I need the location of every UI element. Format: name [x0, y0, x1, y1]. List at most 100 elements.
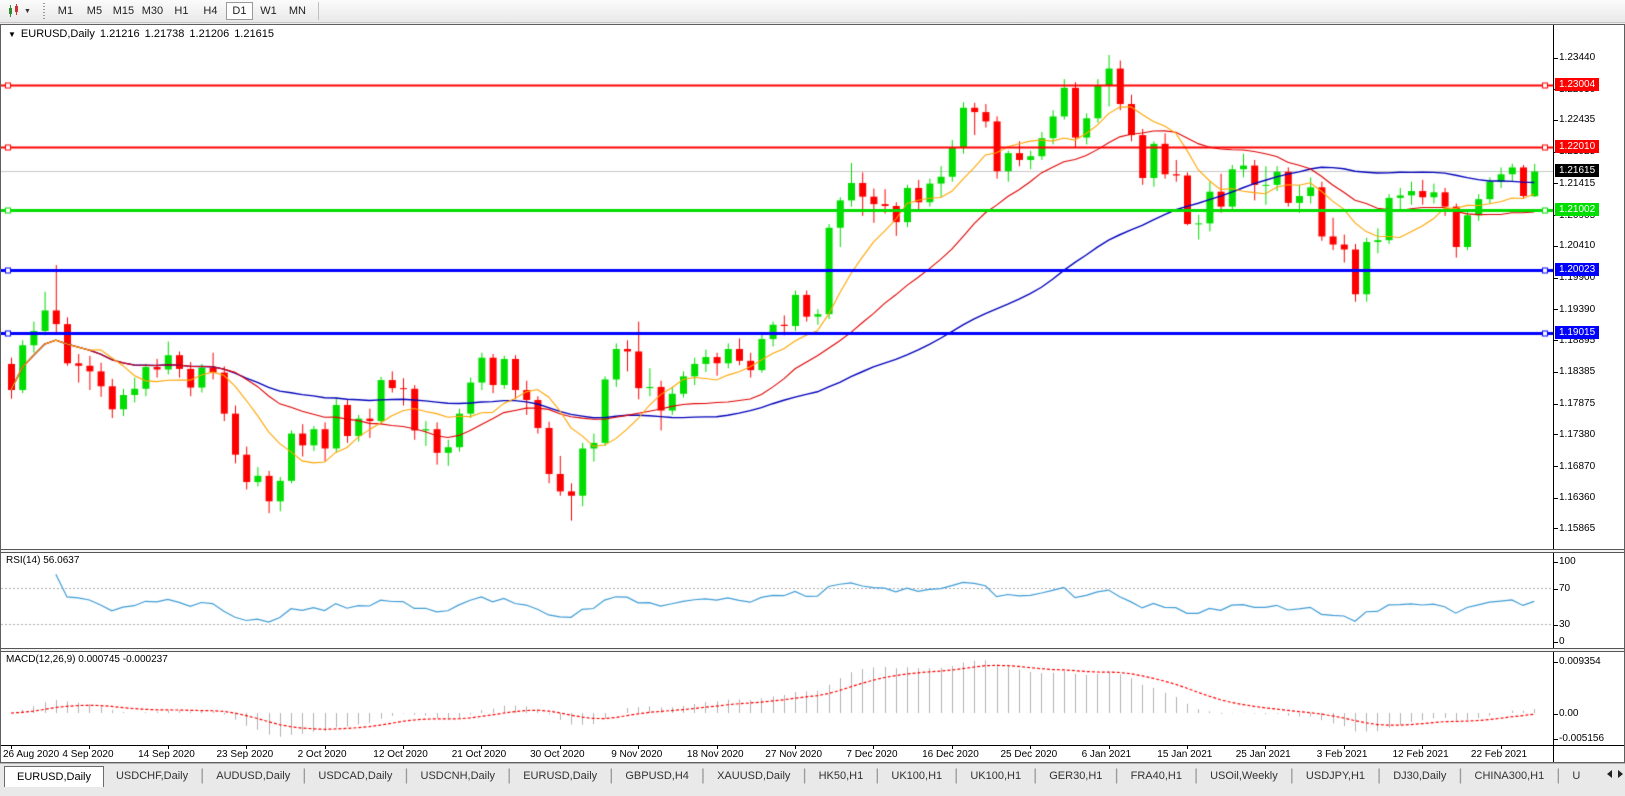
chart-tab-uk100-h1[interactable]: UK100,H1 — [958, 766, 1033, 787]
chart-tab-eurusd-daily[interactable]: EURUSD,Daily — [511, 766, 609, 787]
date-label: 23 Sep 2020 — [217, 749, 274, 760]
timeframe-button-m15[interactable]: M15 — [110, 2, 137, 20]
timeframe-button-m5[interactable]: M5 — [81, 2, 108, 20]
chart-tab-usdjpy-h1[interactable]: USDJPY,H1 — [1294, 766, 1377, 787]
toolbar-grip[interactable] — [42, 3, 47, 19]
macd-axis: 0.009354 0.00 -0.005156 — [1553, 652, 1624, 745]
candlestick-chart-icon — [7, 4, 21, 18]
chart-tab-gbpusd-h4[interactable]: GBPUSD,H4 — [613, 766, 701, 787]
hline-price-tag: 1.22010 — [1555, 140, 1599, 153]
chart-tab-u[interactable]: U — [1560, 766, 1592, 787]
rsi-tick-label: 0 — [1559, 636, 1565, 647]
main-chart-panel: ▼ EURUSD,Daily 1.21216 1.21738 1.21206 1… — [1, 25, 1624, 549]
macd-chart-canvas[interactable] — [1, 652, 1553, 745]
chevron-down-icon: ▼ — [24, 8, 31, 15]
chart-title: ▼ EURUSD,Daily 1.21216 1.21738 1.21206 1… — [8, 28, 274, 40]
price-tick-label: 1.18385 — [1559, 366, 1595, 377]
macd-label: MACD(12,26,9) 0.000745 -0.000237 — [6, 654, 168, 665]
chart-symbol-period: EURUSD,Daily — [21, 28, 95, 40]
date-label: 26 Aug 2020 — [3, 749, 59, 760]
date-label: 18 Nov 2020 — [687, 749, 744, 760]
timeframe-button-group: M1M5M15M30H1H4D1W1MN — [51, 2, 312, 20]
ohlc-high: 1.21738 — [145, 28, 185, 40]
chart-tab-hk50-h1[interactable]: HK50,H1 — [807, 766, 876, 787]
price-tick-label: 1.22435 — [1559, 114, 1595, 125]
chart-tab-audusd-daily[interactable]: AUDUSD,Daily — [204, 766, 302, 787]
price-tick-label: 1.23440 — [1559, 52, 1595, 63]
price-tick-label: 1.15865 — [1559, 523, 1595, 534]
rsi-axis: 100 70 30 0 — [1553, 553, 1624, 648]
date-axis: 26 Aug 20204 Sep 2020 14 Sep 2020 23 Sep 2… — [1, 745, 1624, 762]
chart-tabs: EURUSD,DailyUSDCHF,Daily|AUDUSD,Daily|US… — [0, 766, 1597, 787]
date-label: 12 Feb 2021 — [1393, 749, 1449, 760]
price-axis: 1.234401.229301.224351.219251.214151.209… — [1553, 25, 1624, 549]
date-label: 22 Feb 2021 — [1471, 749, 1527, 760]
hline-price-tag: 1.20023 — [1555, 263, 1599, 276]
date-label: 4 Sep 2020 — [62, 749, 113, 760]
chart-tab-usdcnh-daily[interactable]: USDCNH,Daily — [409, 766, 508, 787]
timeframe-button-m1[interactable]: M1 — [52, 2, 79, 20]
rsi-tick-label: 30 — [1559, 619, 1570, 630]
date-label: 9 Nov 2020 — [611, 749, 662, 760]
chart-tab-fra40-h1[interactable]: FRA40,H1 — [1119, 766, 1194, 787]
macd-tick-label: 0.009354 — [1559, 656, 1601, 667]
date-label: 6 Jan 2021 — [1082, 749, 1132, 760]
timeframe-button-w1[interactable]: W1 — [255, 2, 282, 20]
current-price-tag: 1.21615 — [1555, 164, 1599, 177]
chart-tab-china300-h1[interactable]: CHINA300,H1 — [1463, 766, 1557, 787]
price-tick-label: 1.16360 — [1559, 492, 1595, 503]
tab-scroll-arrows — [1607, 770, 1623, 778]
date-label: 15 Jan 2021 — [1157, 749, 1212, 760]
price-tick-label: 1.16870 — [1559, 461, 1595, 472]
price-tick-label: 1.19390 — [1559, 304, 1595, 315]
timeframe-button-h4[interactable]: H4 — [197, 2, 224, 20]
timeframe-button-mn[interactable]: MN — [284, 2, 311, 20]
date-label: 3 Feb 2021 — [1317, 749, 1368, 760]
date-label: 14 Sep 2020 — [138, 749, 195, 760]
date-label: 27 Nov 2020 — [765, 749, 822, 760]
date-label: 7 Dec 2020 — [846, 749, 897, 760]
rsi-tick-label: 70 — [1559, 583, 1570, 594]
chart-tab-ger30-h1[interactable]: GER30,H1 — [1037, 766, 1114, 787]
axis-divider-line — [1553, 746, 1554, 762]
date-label: 16 Dec 2020 — [922, 749, 979, 760]
timeframe-button-h1[interactable]: H1 — [168, 2, 195, 20]
date-label: 2 Oct 2020 — [298, 749, 347, 760]
hline-price-tag: 1.21002 — [1555, 203, 1599, 216]
ohlc-open: 1.21216 — [100, 28, 140, 40]
rsi-tick-label: 100 — [1559, 556, 1576, 567]
date-label: 30 Oct 2020 — [530, 749, 584, 760]
hline-price-tag: 1.19015 — [1555, 326, 1599, 339]
scroll-right-icon[interactable] — [1618, 770, 1623, 778]
price-tick-label: 1.17380 — [1559, 429, 1595, 440]
macd-tick-label: 0.00 — [1559, 708, 1578, 719]
chart-type-dropdown[interactable]: ▼ — [0, 0, 38, 22]
chart-tab-xauusd-daily[interactable]: XAUUSD,Daily — [705, 766, 802, 787]
macd-panel: MACD(12,26,9) 0.000745 -0.000237 0.00935… — [1, 652, 1624, 745]
collapse-triangle-icon[interactable]: ▼ — [8, 30, 16, 39]
chart-tab-usoil-weekly[interactable]: USOil,Weekly — [1198, 766, 1290, 787]
timeframe-button-d1[interactable]: D1 — [226, 2, 253, 20]
timeframe-button-m30[interactable]: M30 — [139, 2, 166, 20]
rsi-chart-canvas[interactable] — [1, 553, 1553, 648]
macd-tick-label: -0.005156 — [1559, 733, 1604, 744]
scroll-left-icon[interactable] — [1607, 770, 1612, 778]
ohlc-low: 1.21206 — [189, 28, 229, 40]
ohlc-close: 1.21615 — [234, 28, 274, 40]
hline-price-tag: 1.23004 — [1555, 78, 1599, 91]
price-chart-canvas[interactable] — [1, 25, 1553, 549]
chart-tab-uk100-h1[interactable]: UK100,H1 — [879, 766, 954, 787]
date-label: 21 Oct 2020 — [452, 749, 506, 760]
chart-tab-eurusd-daily[interactable]: EURUSD,Daily — [4, 766, 104, 787]
chart-tab-dj30-daily[interactable]: DJ30,Daily — [1381, 766, 1458, 787]
price-tick-label: 1.21415 — [1559, 178, 1595, 189]
chart-tab-usdchf-daily[interactable]: USDCHF,Daily — [104, 766, 200, 787]
top-toolbar: ▼ M1M5M15M30H1H4D1W1MN — [0, 0, 1625, 23]
price-tick-label: 1.17875 — [1559, 398, 1595, 409]
price-tick-label: 1.20410 — [1559, 240, 1595, 251]
date-label: 12 Oct 2020 — [373, 749, 427, 760]
date-label: 25 Dec 2020 — [1001, 749, 1058, 760]
chart-tab-usdcad-daily[interactable]: USDCAD,Daily — [306, 766, 404, 787]
toolbar-separator — [318, 2, 319, 20]
chart-tab-bar: EURUSD,DailyUSDCHF,Daily|AUDUSD,Daily|US… — [0, 763, 1625, 796]
